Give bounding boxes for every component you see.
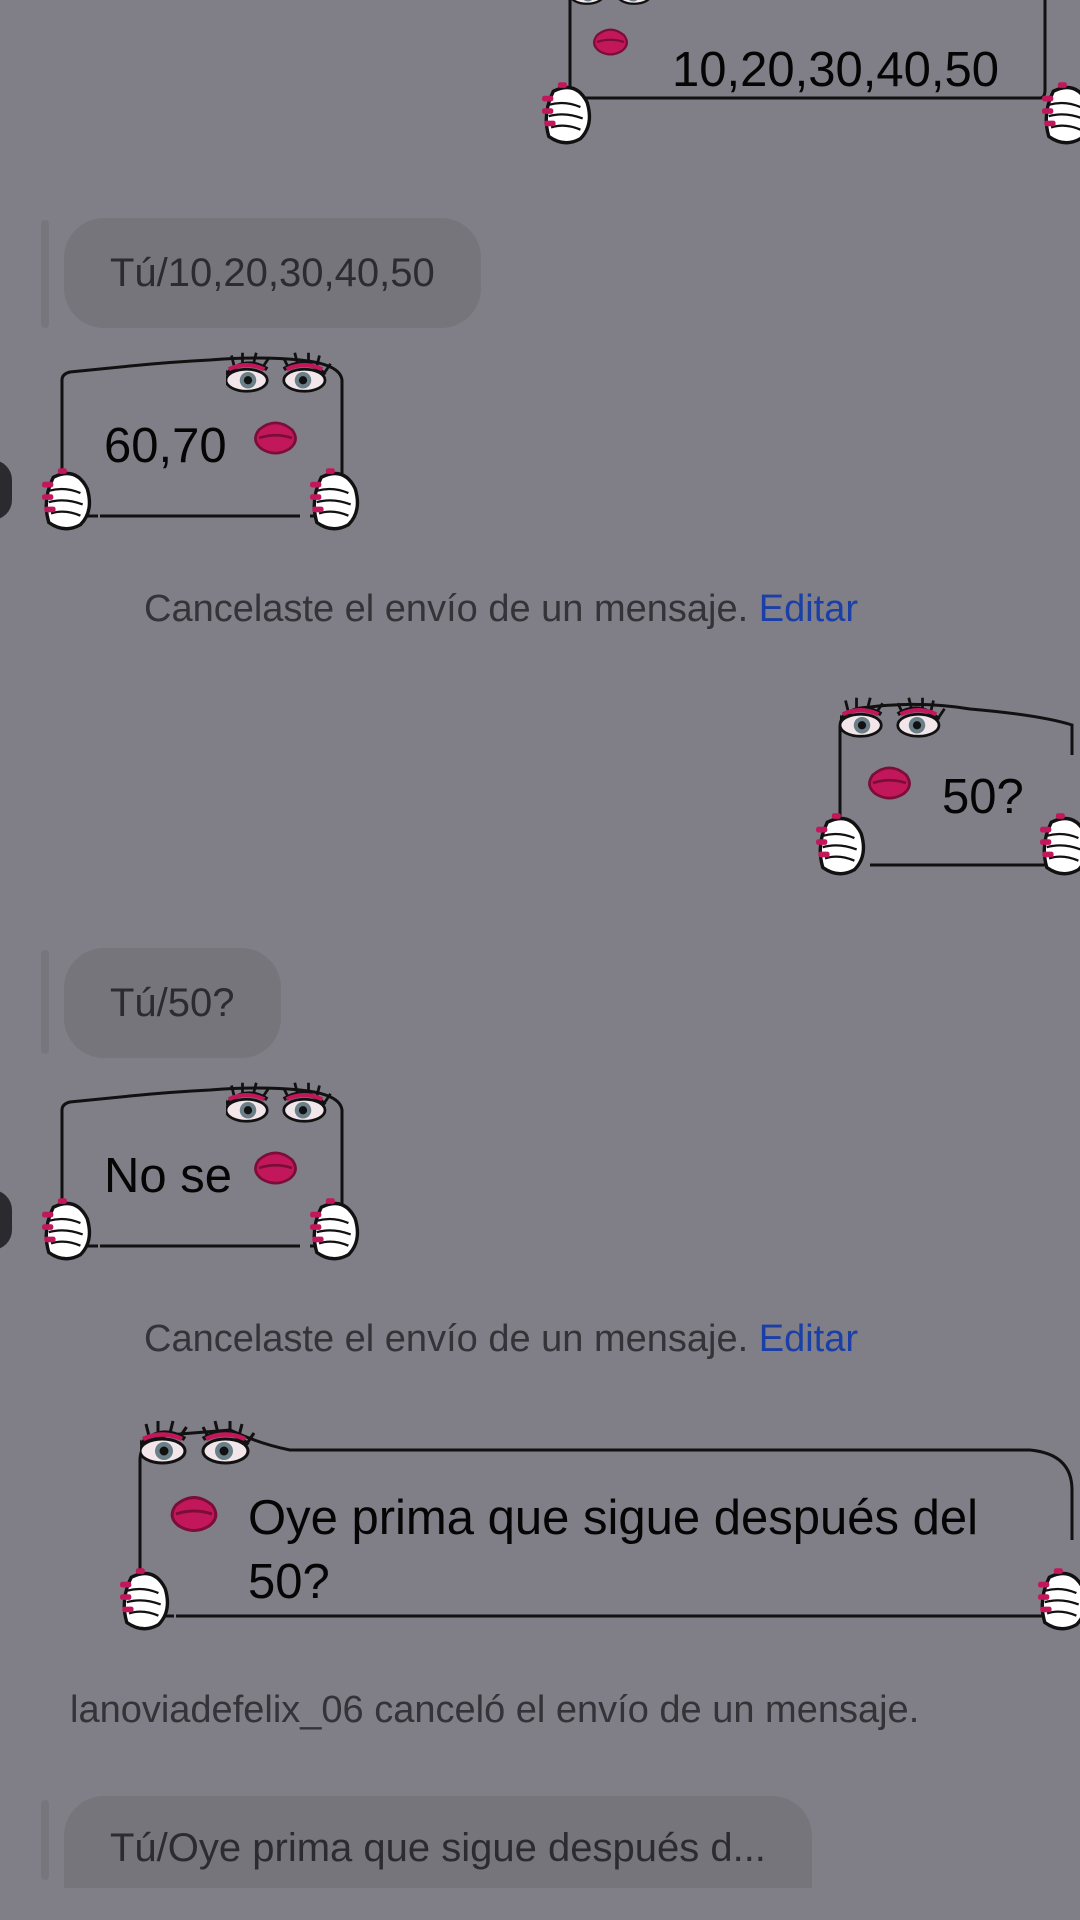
unsent-notice: Cancelaste el envío de un mensaje. Edita… <box>144 588 858 631</box>
sticker-text: 60,70 <box>104 419 227 473</box>
sticker-face-icon <box>570 0 658 57</box>
unsent-notice-text: Cancelaste el envío de un mensaje. <box>144 1318 749 1360</box>
sticker-hand-icon <box>814 811 866 876</box>
avatar[interactable] <box>0 460 12 520</box>
sticker-hand-icon <box>308 1196 360 1261</box>
sticker-text-line1: Oye prima que sigue después del <box>248 1491 978 1545</box>
reply-preview-text: Tú/10,20,30,40,50 <box>110 251 435 295</box>
reply-preview[interactable]: Tú/Oye prima que sigue después d... <box>64 1796 812 1888</box>
reply-preview-text: Tú/Oye prima que sigue después d... <box>110 1826 766 1870</box>
sticker-face-icon <box>140 1418 260 1538</box>
sticker-hand-icon <box>308 466 360 531</box>
sticker-hand-icon <box>40 1196 92 1261</box>
received-sticker-message[interactable]: 60,70 <box>40 350 380 540</box>
sent-sticker-message[interactable]: 10,20,30,40,50 <box>540 0 1080 150</box>
sticker-text: No se <box>104 1149 233 1203</box>
sticker-hand-icon <box>1036 1566 1080 1631</box>
reply-quote-bar <box>41 220 49 328</box>
sticker-hand-icon <box>1040 80 1080 145</box>
sticker-face-icon <box>226 350 336 460</box>
edit-link[interactable]: Editar <box>759 1318 858 1360</box>
sticker-hand-icon <box>40 466 92 531</box>
avatar[interactable] <box>0 1190 12 1250</box>
sticker-text-line2: 50? <box>248 1555 330 1609</box>
sticker-face-icon <box>226 1080 336 1190</box>
reply-preview[interactable]: Tú/50? <box>64 948 281 1058</box>
unsent-notice-text: lanoviadefelix_06 canceló el envío de un… <box>70 1689 920 1731</box>
sent-sticker-message[interactable]: Oye prima que sigue después del 50? <box>110 1420 1080 1640</box>
reply-preview[interactable]: Tú/10,20,30,40,50 <box>64 218 481 328</box>
unsent-notice: Cancelaste el envío de un mensaje. Edita… <box>144 1318 858 1361</box>
edit-link[interactable]: Editar <box>759 588 858 630</box>
unsent-notice: lanoviadefelix_06 canceló el envío de un… <box>70 1689 919 1732</box>
reply-quote-bar <box>41 950 49 1054</box>
unsent-notice-text: Cancelaste el envío de un mensaje. <box>144 588 749 630</box>
received-sticker-message[interactable]: No se <box>40 1080 380 1270</box>
sticker-face-icon <box>840 695 950 805</box>
sent-sticker-message[interactable]: 50? <box>810 695 1080 885</box>
sticker-hand-icon <box>1038 811 1080 876</box>
sticker-hand-icon <box>118 1566 170 1631</box>
sticker-hand-icon <box>540 80 592 145</box>
reply-preview-text: Tú/50? <box>110 981 235 1025</box>
sticker-text: 50? <box>942 770 1024 824</box>
sticker-text: 10,20,30,40,50 <box>672 43 999 97</box>
reply-quote-bar <box>41 1800 49 1880</box>
